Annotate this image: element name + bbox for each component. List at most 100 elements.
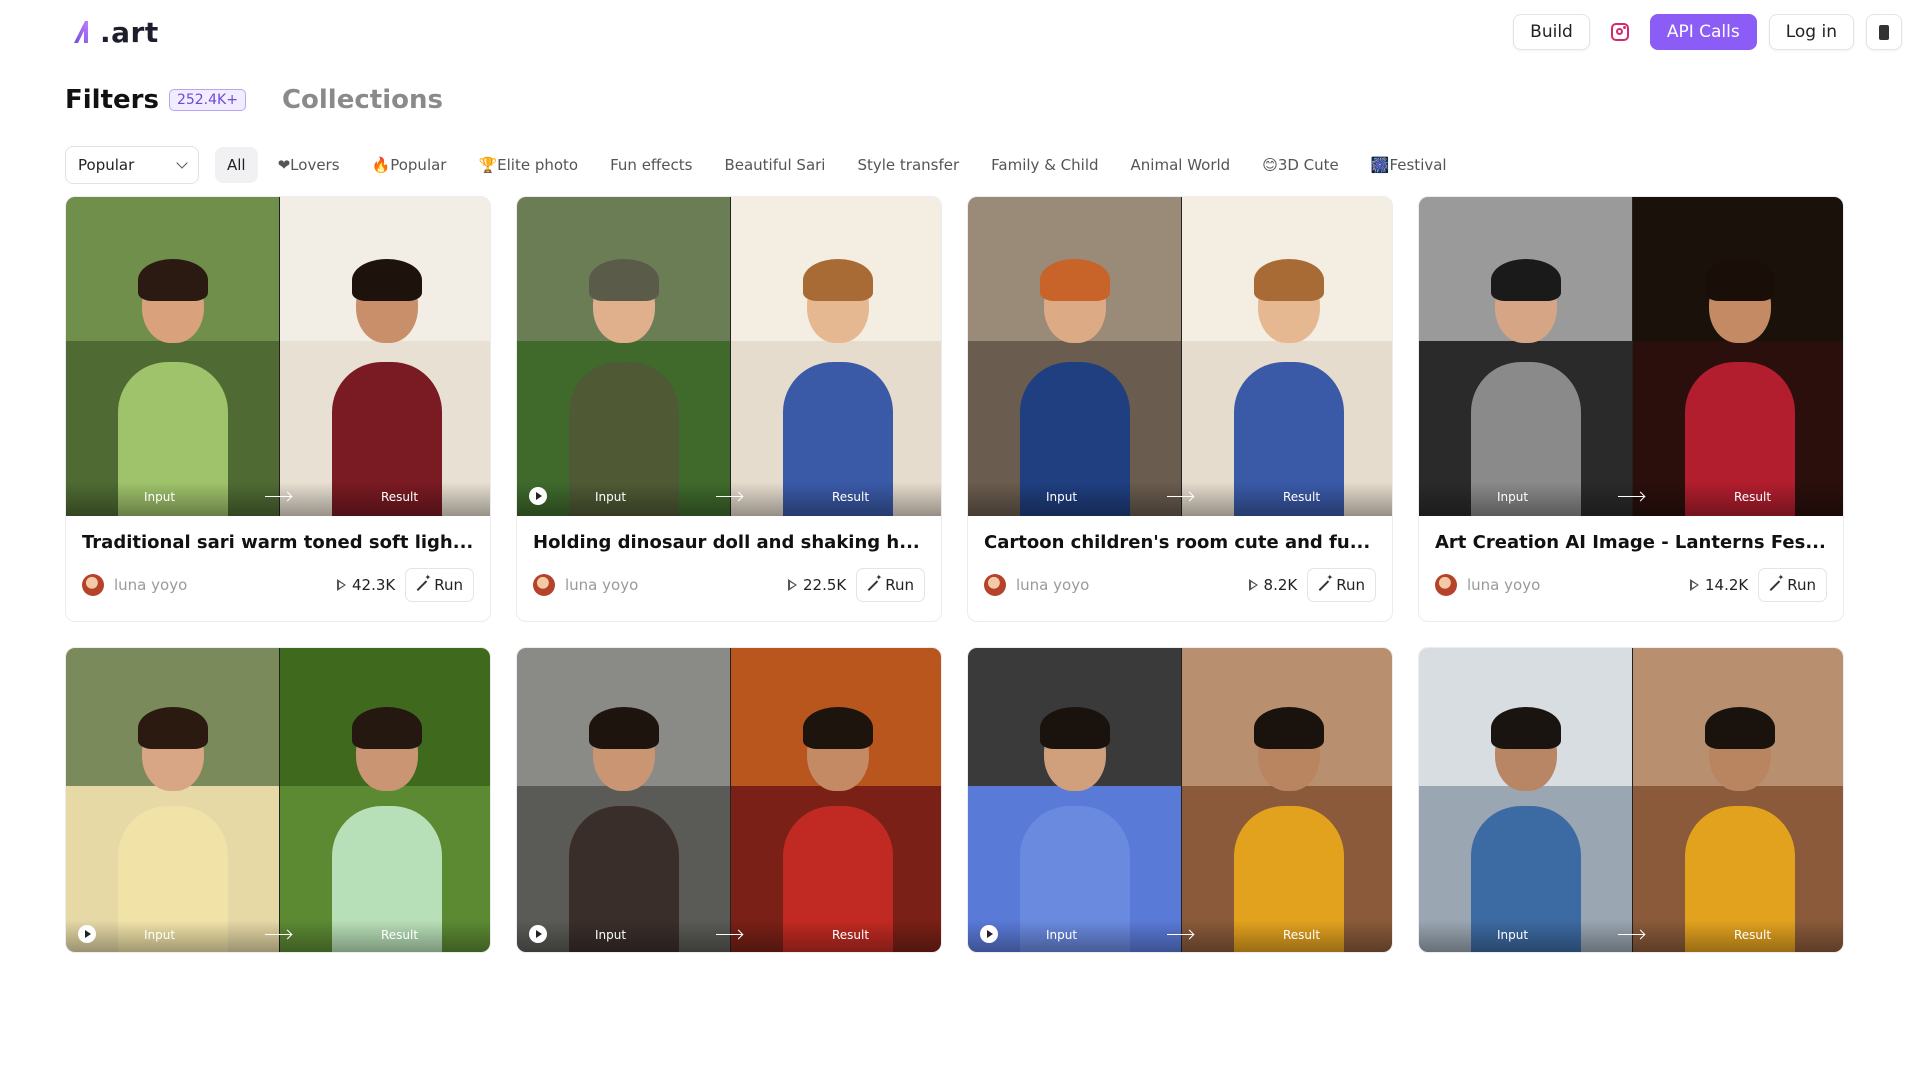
before-after-preview[interactable]: Input Result	[1419, 197, 1843, 516]
result-image	[730, 648, 941, 952]
input-image	[968, 197, 1181, 516]
filter-card[interactable]: Input Result	[516, 647, 942, 953]
login-button[interactable]: Log in	[1768, 14, 1854, 50]
sort-select-value: Popular	[78, 156, 135, 174]
api-calls-button[interactable]: API Calls	[1649, 14, 1757, 50]
build-button[interactable]: Build	[1513, 14, 1590, 50]
arrow-right-icon	[1618, 496, 1644, 497]
before-after-preview[interactable]: Input Result	[968, 648, 1392, 952]
avatar[interactable]	[82, 574, 104, 596]
before-after-preview[interactable]: Input Result	[1419, 648, 1843, 952]
category-chip[interactable]: 🎆Festival	[1359, 147, 1459, 183]
filter-card[interactable]: Input Result	[1418, 647, 1844, 953]
person-figure	[117, 259, 228, 516]
person-figure	[782, 707, 893, 952]
run-button[interactable]: Run	[405, 568, 474, 602]
category-chip[interactable]: ❤Lovers	[266, 147, 352, 183]
play-icon[interactable]	[980, 925, 998, 943]
run-button-label: Run	[434, 576, 463, 594]
input-label: Input	[1497, 490, 1529, 504]
filter-card[interactable]: Input Result	[65, 647, 491, 953]
run-count-value: 14.2K	[1704, 576, 1749, 594]
person-figure	[1019, 707, 1130, 952]
category-chip[interactable]: 🔥Popular	[360, 147, 459, 183]
avatar[interactable]	[533, 574, 555, 596]
filter-card[interactable]: Input Result	[967, 647, 1393, 953]
result-image	[279, 648, 490, 952]
avatar[interactable]	[984, 574, 1006, 596]
before-after-preview[interactable]: Input Result	[66, 648, 490, 952]
site-logo[interactable]: .art	[72, 14, 159, 50]
input-label: Input	[1046, 928, 1078, 942]
preview-caption-bar	[66, 482, 490, 516]
sort-select[interactable]: Popular	[65, 146, 199, 184]
play-icon[interactable]	[78, 925, 96, 943]
run-button[interactable]: Run	[1758, 568, 1827, 602]
category-chip[interactable]: Style transfer	[845, 147, 971, 183]
before-after-preview[interactable]: Input Result	[66, 197, 490, 516]
card-meta: luna yoyo 14.2K Run	[1435, 567, 1827, 603]
author-name[interactable]: luna yoyo	[1016, 576, 1250, 594]
category-chip[interactable]: Animal World	[1119, 147, 1243, 183]
before-after-preview[interactable]: Input Result	[517, 648, 941, 952]
person-figure	[331, 707, 442, 952]
play-icon[interactable]	[529, 925, 547, 943]
run-count-value: 22.5K	[802, 576, 847, 594]
input-image	[517, 648, 730, 952]
card-title[interactable]: Art Creation AI Image - Lanterns Fes...	[1435, 532, 1829, 553]
result-label: Result	[832, 490, 870, 504]
run-button[interactable]: Run	[856, 568, 925, 602]
play-icon[interactable]	[529, 487, 547, 505]
category-chip[interactable]: All	[215, 147, 258, 183]
author-name[interactable]: luna yoyo	[1467, 576, 1691, 594]
category-chip[interactable]: Fun effects	[598, 147, 704, 183]
card-title[interactable]: Traditional sari warm toned soft ligh...	[82, 532, 476, 553]
input-image	[968, 648, 1181, 952]
filter-card[interactable]: Input Result Cartoon children's room cut…	[967, 196, 1393, 622]
mobile-app-button[interactable]	[1866, 14, 1902, 50]
result-image	[1632, 197, 1843, 516]
filters-count-badge: 252.4K+	[168, 89, 246, 111]
card-title[interactable]: Holding dinosaur doll and shaking h...	[533, 532, 927, 553]
result-image	[1181, 648, 1392, 952]
filter-card[interactable]: Input Result Traditional sari warm toned…	[65, 196, 491, 622]
filter-card[interactable]: Input Result Holding dinosaur doll and s…	[516, 196, 942, 622]
input-label: Input	[144, 928, 176, 942]
input-label: Input	[1497, 928, 1529, 942]
avatar[interactable]	[1435, 574, 1457, 596]
input-image	[1419, 648, 1632, 952]
result-image	[279, 197, 490, 516]
author-name[interactable]: luna yoyo	[565, 576, 789, 594]
person-figure	[1684, 259, 1795, 516]
category-chip[interactable]: Family & Child	[979, 147, 1110, 183]
preview-caption-bar	[1419, 920, 1843, 952]
before-after-preview[interactable]: Input Result	[517, 197, 941, 516]
run-button[interactable]: Run	[1307, 568, 1376, 602]
result-label: Result	[1734, 490, 1772, 504]
author-name[interactable]: luna yoyo	[114, 576, 338, 594]
magic-wand-icon	[416, 573, 432, 591]
category-chip[interactable]: Beautiful Sari	[712, 147, 837, 183]
arrow-right-icon	[1618, 934, 1644, 935]
instagram-button[interactable]	[1601, 14, 1638, 50]
card-meta: luna yoyo 42.3K Run	[82, 567, 474, 603]
magic-wand-icon	[1769, 573, 1785, 591]
tab-filters[interactable]: Filters	[65, 85, 159, 115]
filter-card[interactable]: Input Result Art Creation AI Image - Lan…	[1418, 196, 1844, 622]
input-image	[66, 648, 279, 952]
arrow-right-icon	[1167, 496, 1193, 497]
magic-wand-icon	[867, 573, 883, 591]
before-after-preview[interactable]: Input Result	[968, 197, 1392, 516]
category-chip[interactable]: 😊3D Cute	[1250, 147, 1351, 183]
preview-caption-bar	[517, 482, 941, 516]
category-chip[interactable]: 🏆Elite photo	[466, 147, 590, 183]
person-figure	[331, 259, 442, 516]
input-label: Input	[595, 928, 627, 942]
run-count: 42.3K	[336, 576, 395, 594]
person-figure	[1019, 259, 1130, 516]
play-count-icon	[1248, 579, 1258, 591]
card-title[interactable]: Cartoon children's room cute and fu...	[984, 532, 1378, 553]
tab-collections[interactable]: Collections	[282, 85, 443, 115]
person-figure	[1233, 707, 1344, 952]
top-navigation-bar: .art Build API Calls Log in	[0, 0, 1920, 64]
